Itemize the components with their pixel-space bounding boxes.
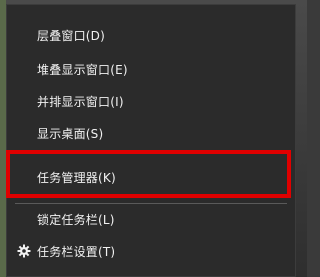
annotation-highlight-box bbox=[6, 150, 291, 198]
menu-item-show-desktop[interactable]: 显示桌面(S) bbox=[7, 119, 295, 147]
menu-item-label: 显示桌面(S) bbox=[37, 126, 104, 141]
menu-item-label: 任务栏设置(T) bbox=[37, 244, 116, 259]
menu-separator bbox=[15, 203, 287, 204]
menu-item-lock-taskbar[interactable]: 锁定任务栏(L) bbox=[7, 205, 295, 233]
menu-item-cascade-windows[interactable]: 层叠窗口(D) bbox=[7, 21, 295, 49]
menu-item-label: 堆叠显示窗口(E) bbox=[37, 62, 128, 77]
menu-item-label: 锁定任务栏(L) bbox=[37, 212, 115, 227]
menu-item-stack-windows[interactable]: 堆叠显示窗口(E) bbox=[7, 55, 295, 83]
menu-item-label: 并排显示窗口(I) bbox=[37, 94, 124, 109]
taskbar-context-menu: 层叠窗口(D) 堆叠显示窗口(E) 并排显示窗口(I) 显示桌面(S) 任务管理… bbox=[6, 4, 296, 277]
menu-item-taskbar-settings[interactable]: 任务栏设置(T) bbox=[7, 237, 295, 265]
menu-item-side-by-side-windows[interactable]: 并排显示窗口(I) bbox=[7, 87, 295, 115]
gear-icon bbox=[17, 244, 31, 258]
menu-item-label: 层叠窗口(D) bbox=[37, 28, 106, 43]
